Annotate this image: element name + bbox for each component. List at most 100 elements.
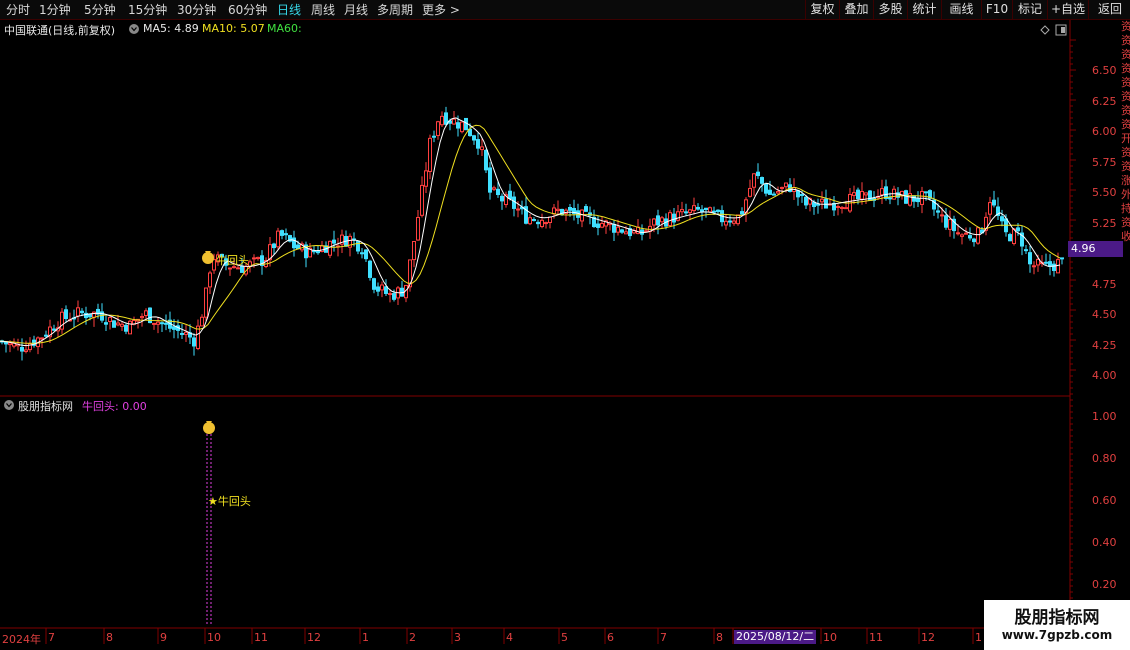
candle-body [124, 324, 128, 332]
candle-body [544, 222, 548, 225]
candle-body [864, 192, 868, 196]
candle-body [616, 226, 620, 233]
price-label: 5.75 [1092, 156, 1117, 169]
candle-body [24, 349, 28, 352]
candle-body [108, 317, 112, 323]
candle-body [64, 309, 68, 320]
candle-body [1016, 227, 1020, 232]
candle-body [972, 238, 976, 243]
candle-body [92, 311, 96, 318]
candle-body [40, 337, 44, 340]
ma5-line [0, 117, 1061, 347]
candle-body [748, 187, 752, 197]
candle-body [964, 232, 968, 235]
candle-body [292, 237, 296, 249]
candle-body [912, 195, 916, 202]
time-label: 4 [506, 631, 513, 644]
candle-body [1008, 234, 1012, 242]
candle-body [672, 213, 676, 223]
candle-body [948, 219, 952, 230]
candle-body [488, 167, 492, 193]
signal-label-main: 牛回头 [216, 254, 249, 267]
price-label: 6.25 [1092, 95, 1117, 108]
time-label: 2024年 [2, 633, 41, 646]
candle-body [1044, 261, 1048, 264]
candle-body [776, 191, 780, 194]
signal-label-indicator: ★牛回头 [208, 495, 251, 508]
candle-body [612, 223, 616, 233]
stock-title: 中国联通(日线,前复权) [4, 24, 116, 37]
candle-body [444, 112, 448, 125]
time-label: 11 [254, 631, 268, 644]
diamond-icon[interactable] [1040, 25, 1050, 35]
candle-body [736, 214, 740, 225]
candle-body [680, 209, 684, 213]
candle-body [328, 240, 332, 256]
time-label: 12 [921, 631, 935, 644]
candle-body [1056, 259, 1060, 274]
candle-body [784, 182, 788, 188]
candle-body [140, 316, 144, 319]
candle-body [820, 198, 824, 203]
indicator-label: 0.80 [1092, 452, 1117, 465]
candle-body [476, 139, 480, 149]
indicator-label: 0.20 [1092, 578, 1117, 591]
candle-body [772, 193, 776, 196]
candle-body [368, 260, 372, 278]
candle-body [880, 188, 884, 196]
candle-body [464, 117, 468, 131]
candle-body [624, 231, 628, 235]
candle-body [8, 342, 12, 346]
candle-body [528, 217, 532, 225]
candle-body [916, 198, 920, 203]
candle-body [580, 209, 584, 222]
candle-body [852, 192, 856, 196]
candle-body [76, 307, 80, 317]
candle-body [740, 211, 744, 215]
candle-body [956, 232, 960, 235]
kline-chart[interactable] [0, 0, 1130, 650]
candle-body [700, 209, 704, 212]
time-label: 8 [716, 631, 723, 644]
candle-body [856, 189, 860, 200]
candle-body [652, 218, 656, 226]
candle-body [456, 122, 460, 129]
time-label: 2 [409, 631, 416, 644]
candle-body [280, 230, 284, 236]
candle-body [548, 216, 552, 223]
candle-body [840, 206, 844, 210]
candle-body [420, 184, 424, 216]
time-label: 8 [106, 631, 113, 644]
indicator-label: 1.00 [1092, 410, 1117, 423]
candle-body [276, 230, 280, 248]
price-ticks [1070, 39, 1076, 395]
time-label: 7 [48, 631, 55, 644]
candle-body [380, 284, 384, 291]
candle-body [688, 209, 692, 214]
chevron-circle-icon[interactable] [4, 400, 14, 410]
candle-body [756, 171, 760, 177]
time-label: 11 [869, 631, 883, 644]
chevron-circle-icon[interactable] [129, 24, 139, 34]
candle-body [780, 186, 784, 189]
candle-body [208, 272, 212, 288]
candle-body [1028, 252, 1032, 265]
candle-body [600, 223, 604, 228]
candle-body [1032, 265, 1036, 268]
candle-body [360, 252, 364, 255]
candle-body [944, 215, 948, 228]
right-info-strip: 资资资资资资资资开资资涨外持资收 [1121, 20, 1130, 243]
time-label: 12 [307, 631, 321, 644]
candle-body [112, 320, 116, 328]
candle-body [88, 313, 92, 318]
candle-body [936, 210, 940, 213]
candle-body [184, 331, 188, 335]
candle-body [492, 187, 496, 190]
time-label: 7 [660, 631, 667, 644]
candle-body [44, 334, 48, 337]
candle-body [180, 332, 184, 335]
price-label: 4.75 [1092, 278, 1117, 291]
candle-body [440, 115, 444, 126]
candle-body [816, 203, 820, 206]
candle-body [272, 243, 276, 249]
